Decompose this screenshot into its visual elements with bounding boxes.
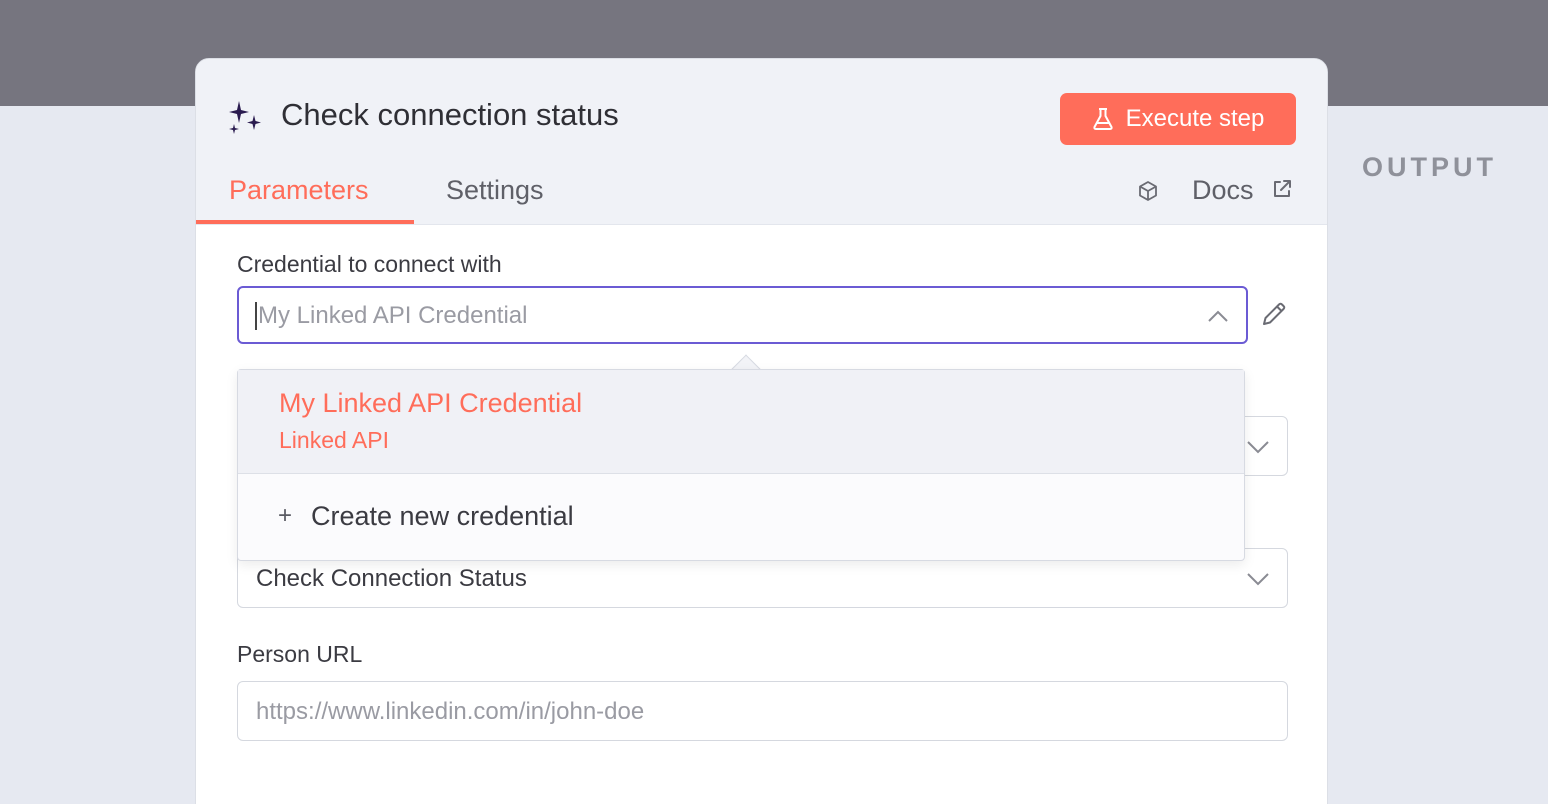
sparkles-icon (229, 101, 261, 134)
person-url-label: Person URL (237, 641, 363, 667)
flask-icon (1093, 108, 1113, 130)
execute-step-label: Execute step (1125, 105, 1265, 132)
credential-select-input[interactable]: My Linked API Credential (237, 286, 1248, 344)
active-tab-indicator (196, 220, 414, 224)
person-url-input[interactable]: https://www.linkedin.com/in/john-doe (237, 681, 1288, 741)
credential-option-type: Linked API (279, 427, 389, 453)
create-credential-label: Create new credential (311, 501, 574, 531)
plus-icon: + (278, 502, 293, 529)
operation-value: Check Connection Status (256, 565, 527, 592)
output-panel-label: OUTPUT (1362, 152, 1497, 182)
docs-link[interactable]: Docs (1192, 175, 1254, 206)
chevron-down-icon (1247, 441, 1269, 454)
node-title: Check connection status (281, 97, 619, 132)
chevron-up-icon[interactable] (1206, 306, 1230, 326)
credential-option-name: My Linked API Credential (279, 388, 583, 418)
panel-header: Check connection status Execute step Par… (196, 59, 1327, 225)
credential-option[interactable]: My Linked API Credential Linked API (238, 370, 1244, 474)
credential-dropdown: My Linked API Credential Linked API + Cr… (237, 369, 1245, 561)
external-link-icon[interactable] (1270, 177, 1294, 201)
tab-settings[interactable]: Settings (446, 175, 544, 206)
credential-placeholder: My Linked API Credential (258, 302, 528, 329)
pencil-icon[interactable] (1259, 299, 1289, 329)
text-caret (255, 302, 257, 330)
create-credential-option[interactable]: + Create new credential (238, 474, 1244, 560)
cube-icon[interactable] (1136, 179, 1160, 203)
credential-label: Credential to connect with (237, 251, 502, 277)
execute-step-button[interactable]: Execute step (1060, 93, 1296, 145)
person-url-placeholder: https://www.linkedin.com/in/john-doe (256, 698, 645, 725)
chevron-down-icon (1247, 573, 1269, 586)
tab-parameters[interactable]: Parameters (229, 175, 369, 206)
